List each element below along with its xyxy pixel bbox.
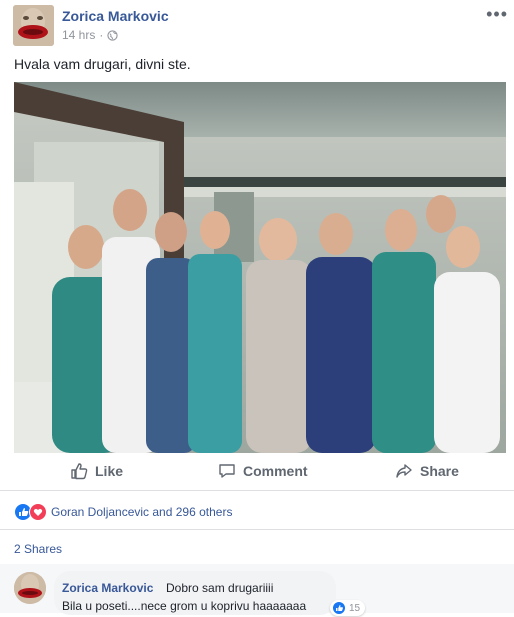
comment-label: Comment	[243, 463, 308, 479]
comment-like-number: 15	[349, 602, 361, 614]
avatar-image-icon	[13, 5, 54, 46]
action-bar: Like Comment Share	[0, 456, 514, 491]
comment-icon	[219, 464, 235, 478]
reactions-text: Goran Doljancevic and 296 others	[51, 505, 233, 519]
like-button[interactable]: Like	[70, 462, 123, 480]
more-options-icon[interactable]: •••	[486, 4, 508, 25]
share-button[interactable]: Share	[395, 462, 459, 480]
thumbs-up-icon	[71, 463, 88, 480]
comment-text-line2: Bila u poseti....nece grom u koprivu haa…	[62, 599, 307, 613]
comment-section: Zorica Markovic Dobro sam drugariiii Bil…	[0, 564, 514, 616]
globe-icon[interactable]	[107, 29, 118, 41]
reactions-summary[interactable]: Goran Doljancevic and 296 others	[14, 503, 232, 521]
group-photo-image	[14, 82, 506, 453]
post-photo[interactable]	[14, 82, 506, 453]
comment-avatar[interactable]	[14, 572, 46, 604]
post-author[interactable]: Zorica Markovic	[62, 8, 169, 24]
comment-like-count[interactable]: 15	[330, 600, 366, 616]
comment-author[interactable]: Zorica Markovic	[62, 581, 153, 595]
post-header: Zorica Markovic 14 hrs · •••	[0, 0, 514, 52]
meta-separator: ·	[99, 28, 104, 42]
like-label: Like	[95, 463, 124, 479]
post-meta: 14 hrs ·	[62, 28, 118, 42]
avatar[interactable]	[13, 5, 54, 46]
share-icon	[396, 464, 412, 478]
divider	[0, 529, 514, 530]
comment-button[interactable]: Comment	[218, 462, 308, 480]
comment-avatar-image-icon	[14, 572, 46, 604]
love-reaction-icon	[29, 503, 47, 521]
shares-count[interactable]: 2 Shares	[14, 542, 62, 556]
comment-text-line1: Dobro sam drugariiii	[166, 581, 274, 595]
share-label: Share	[420, 463, 459, 479]
post-text: Hvala vam drugari, divni ste.	[14, 56, 191, 72]
post-time[interactable]: 14 hrs	[62, 28, 95, 42]
